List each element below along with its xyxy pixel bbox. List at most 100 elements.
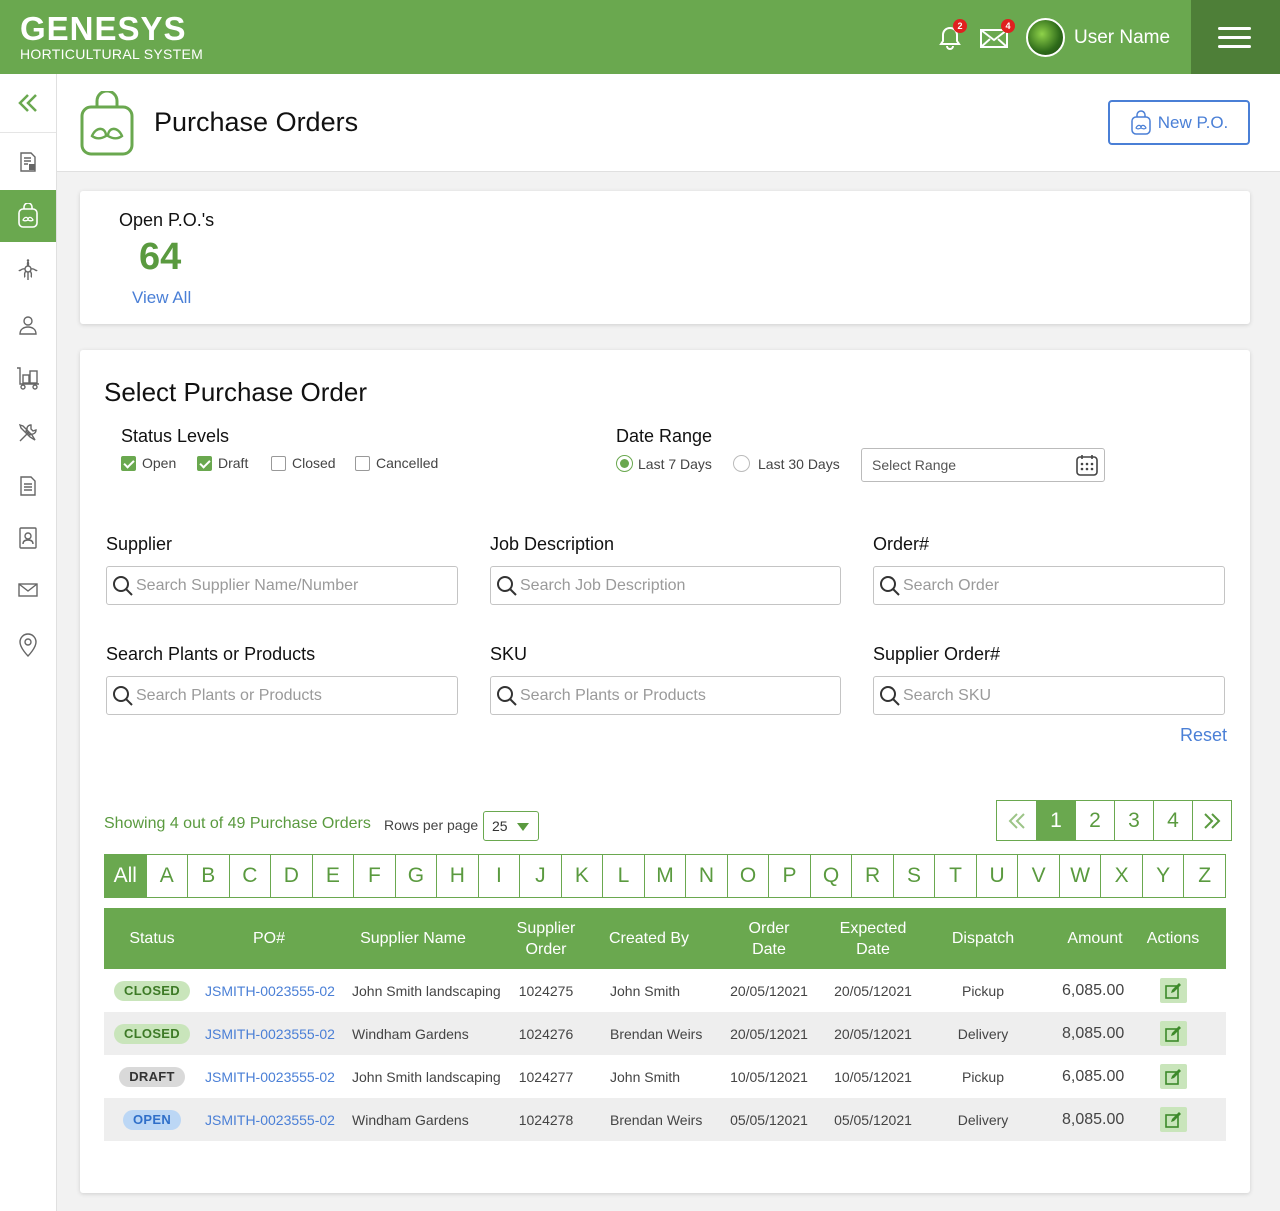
status-cancelled-checkbox[interactable]: Cancelled: [355, 455, 438, 471]
checkbox-unchecked[interactable]: [271, 455, 286, 471]
column-header-status[interactable]: Status: [104, 908, 200, 969]
checkbox-checked[interactable]: [197, 455, 212, 471]
last-7-days-radio[interactable]: Last 7 Days: [616, 455, 712, 472]
order-search-input[interactable]: [903, 567, 1218, 604]
sidebar-item-contacts[interactable]: [0, 512, 56, 564]
letter-filter-a[interactable]: A: [145, 855, 188, 897]
status-open-checkbox[interactable]: Open: [121, 455, 176, 471]
letter-filter-m[interactable]: M: [643, 855, 686, 897]
letter-filter-d[interactable]: D: [270, 855, 312, 897]
sidebar-item-plants[interactable]: [0, 244, 56, 296]
column-header-supplier-name[interactable]: Supplier Name: [338, 908, 488, 969]
double-chevron-left-icon[interactable]: [0, 74, 56, 133]
letter-filter-u[interactable]: U: [975, 855, 1018, 897]
shopping-bag-leaf-icon: [1130, 109, 1151, 135]
rows-per-page-select[interactable]: 25: [483, 811, 539, 841]
calendar-icon[interactable]: [1075, 453, 1099, 488]
actions-cell: [1144, 1055, 1202, 1098]
letter-filter-p[interactable]: P: [768, 855, 810, 897]
logo: GENESYS HORTICULTURAL SYSTEM: [20, 12, 203, 63]
job-description-label: Job Description: [490, 534, 615, 554]
edit-icon[interactable]: [1159, 1064, 1187, 1089]
expected-date: 20/05/12021: [834, 1025, 912, 1042]
envelope-icon[interactable]: 4: [978, 19, 1015, 54]
supplier-order-search-input[interactable]: [903, 677, 1218, 714]
po-number-link[interactable]: JSMITH-0023555-02: [205, 969, 345, 1012]
shopping-bag-leaf-icon: [79, 89, 135, 162]
letter-filter-w[interactable]: W: [1058, 855, 1101, 897]
job-description-search-input[interactable]: [520, 567, 835, 604]
letter-filter-y[interactable]: Y: [1141, 855, 1184, 897]
created-by: Brendan Weirs: [610, 1111, 703, 1128]
checkbox-unchecked[interactable]: [355, 455, 370, 471]
date-range-input[interactable]: Select Range: [861, 448, 1105, 482]
column-header-po[interactable]: PO#: [200, 908, 338, 969]
column-header-created-by[interactable]: Created By: [594, 908, 704, 969]
page-button-3[interactable]: 3: [1114, 801, 1153, 840]
letter-filter-all[interactable]: All: [105, 855, 146, 897]
letter-filter-z[interactable]: Z: [1183, 855, 1225, 897]
letter-filter-q[interactable]: Q: [809, 855, 852, 897]
last-30-days-radio[interactable]: Last 30 Days: [733, 455, 840, 472]
page-button-4[interactable]: 4: [1153, 801, 1192, 840]
po-number-link[interactable]: JSMITH-0023555-02: [205, 1098, 345, 1141]
radio-selected[interactable]: [616, 455, 633, 472]
letter-filter-n[interactable]: N: [685, 855, 727, 897]
sidebar-item-locations[interactable]: [0, 619, 56, 671]
sku-search-input[interactable]: [520, 677, 835, 714]
letter-filter-e[interactable]: E: [311, 855, 354, 897]
checkbox-checked[interactable]: [121, 455, 136, 471]
sidebar-item-documents[interactable]: [0, 460, 56, 512]
sidebar-item-users[interactable]: [0, 299, 56, 351]
po-number-link[interactable]: JSMITH-0023555-02: [205, 1055, 345, 1098]
letter-filter-b[interactable]: B: [187, 855, 229, 897]
status-draft-checkbox[interactable]: Draft: [197, 455, 248, 471]
letter-filter-h[interactable]: H: [436, 855, 478, 897]
page-button-2[interactable]: 2: [1075, 801, 1114, 840]
edit-icon[interactable]: [1159, 978, 1187, 1003]
avatar[interactable]: [1026, 18, 1065, 57]
user-name[interactable]: User Name: [1074, 27, 1170, 49]
letter-filter-j[interactable]: J: [519, 855, 561, 897]
letter-filter-x[interactable]: X: [1100, 855, 1142, 897]
letter-filter-i[interactable]: I: [477, 855, 520, 897]
letter-filter-t[interactable]: T: [934, 855, 976, 897]
sidebar-item-reports[interactable]: [0, 136, 56, 188]
status-cell: DRAFT: [104, 1055, 200, 1098]
sidebar-item-inventory[interactable]: [0, 352, 56, 404]
letter-filter-k[interactable]: K: [560, 855, 603, 897]
reset-link[interactable]: Reset: [1180, 725, 1227, 746]
created-by: Brendan Weirs: [610, 1025, 703, 1042]
hamburger-icon[interactable]: [1191, 0, 1280, 74]
last-page-button[interactable]: [1192, 801, 1231, 840]
status-closed-checkbox[interactable]: Closed: [271, 455, 336, 471]
po-number-link[interactable]: JSMITH-0023555-02: [205, 1012, 345, 1055]
edit-icon[interactable]: [1159, 1021, 1187, 1046]
column-header-dispatch[interactable]: Dispatch: [932, 908, 1034, 969]
edit-icon[interactable]: [1159, 1107, 1187, 1132]
bell-icon[interactable]: 2: [934, 19, 967, 54]
first-page-button[interactable]: [997, 801, 1036, 840]
letter-filter-o[interactable]: O: [726, 855, 769, 897]
letter-filter-r[interactable]: R: [851, 855, 893, 897]
sidebar-item-purchase-orders[interactable]: [0, 190, 56, 242]
column-header-amount[interactable]: Amount: [1048, 908, 1142, 969]
letter-filter-l[interactable]: L: [602, 855, 644, 897]
letter-filter-s[interactable]: S: [892, 855, 935, 897]
supplier-search-input[interactable]: [136, 567, 451, 604]
column-header-order-date[interactable]: Order Date: [734, 908, 804, 969]
column-header-expected-date[interactable]: Expected Date: [828, 908, 918, 969]
sidebar-item-mail[interactable]: [0, 564, 56, 616]
view-all-link[interactable]: View All: [132, 288, 191, 308]
letter-filter-g[interactable]: G: [394, 855, 437, 897]
plants-products-search-input[interactable]: [136, 677, 451, 714]
sku-search: [490, 676, 841, 715]
sidebar-item-tools[interactable]: [0, 407, 56, 459]
letter-filter-v[interactable]: V: [1017, 855, 1059, 897]
letter-filter-f[interactable]: F: [353, 855, 395, 897]
letter-filter-c[interactable]: C: [228, 855, 271, 897]
radio-unselected[interactable]: [733, 455, 750, 472]
new-po-button[interactable]: New P.O.: [1108, 100, 1250, 145]
column-header-supplier-order[interactable]: Supplier Order: [506, 908, 586, 969]
page-button-1[interactable]: 1: [1036, 801, 1075, 840]
